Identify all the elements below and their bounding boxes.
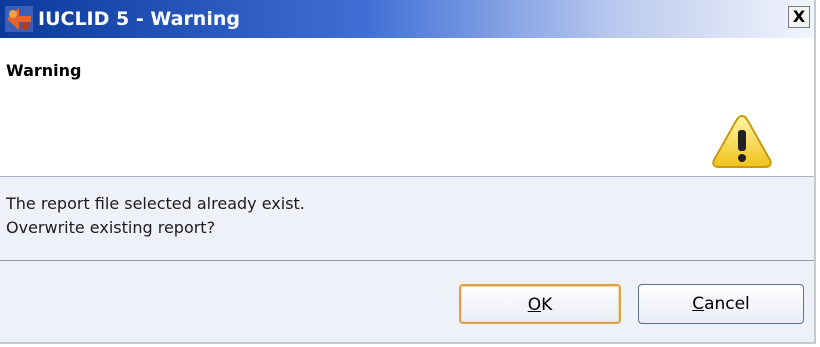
warning-dialog: IUCLID 5 - Warning X Warning The report … [0, 0, 816, 344]
ok-label: K [541, 295, 553, 315]
header-panel: Warning [0, 38, 814, 177]
divider [0, 260, 814, 261]
message-line: Overwrite existing report? [6, 218, 216, 237]
close-button[interactable]: X [788, 6, 810, 28]
ok-mnemonic: O [527, 295, 542, 315]
ok-button[interactable]: OK [459, 284, 621, 324]
message-line: The report file selected already exist. [6, 194, 305, 213]
header-title: Warning [6, 61, 82, 80]
cancel-mnemonic: C [692, 294, 705, 314]
iuclid-logo-icon [5, 6, 33, 32]
title-bar[interactable]: IUCLID 5 - Warning X [0, 0, 814, 38]
warning-triangle-icon [712, 114, 772, 168]
cancel-label: ancel [704, 294, 750, 314]
window-title: IUCLID 5 - Warning [38, 8, 240, 30]
message-text: The report file selected already exist. … [6, 192, 305, 240]
cancel-button[interactable]: Cancel [638, 284, 804, 324]
